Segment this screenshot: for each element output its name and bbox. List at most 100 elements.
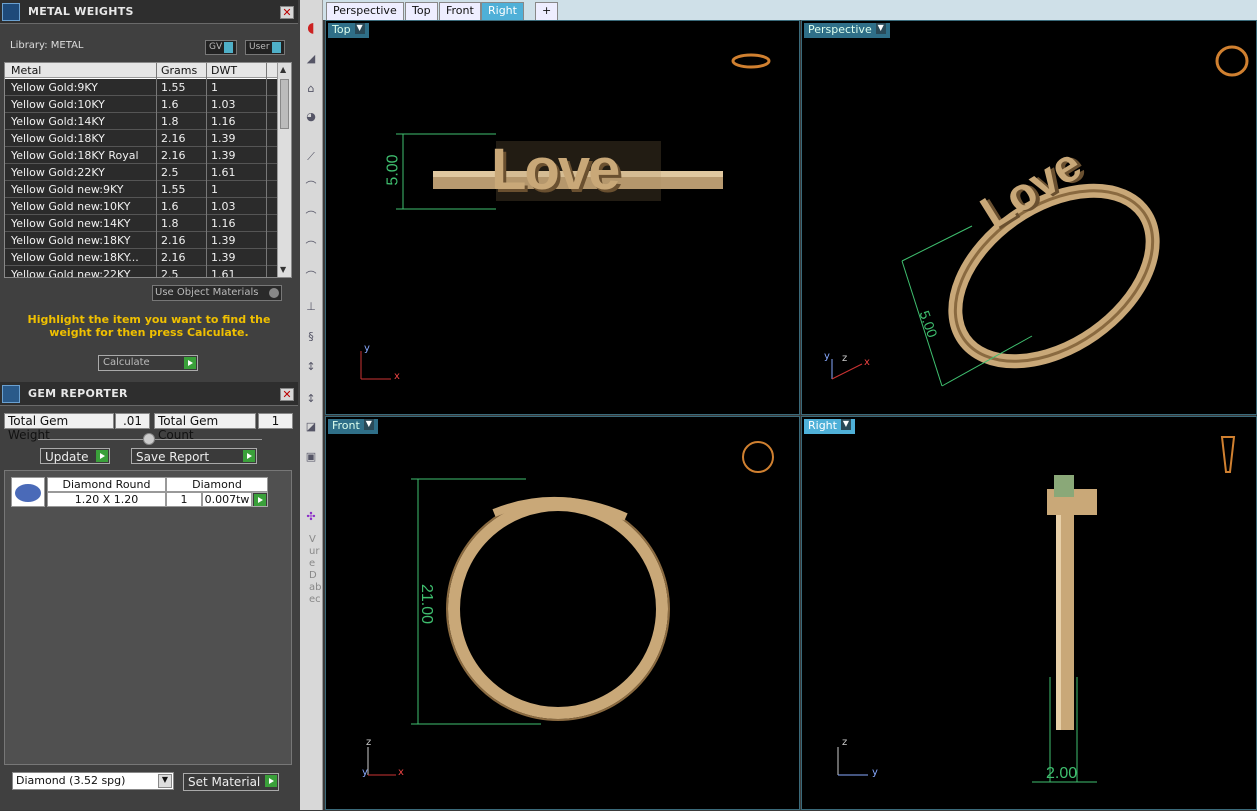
scroll-up-icon[interactable]: ▲ bbox=[280, 65, 286, 74]
cell-dwt: 1 bbox=[211, 183, 218, 196]
table-row[interactable]: Yellow Gold:14KY 1.8 1.16 bbox=[5, 113, 277, 130]
chevron-down-icon[interactable]: ▼ bbox=[158, 774, 172, 788]
puzzle-icon[interactable]: ✣ bbox=[304, 510, 318, 524]
material-select[interactable]: Diamond (3.52 spg) ▼ bbox=[12, 772, 174, 790]
table-row[interactable]: Yellow Gold new:18KY 2.16 1.39 bbox=[5, 232, 277, 249]
play-icon bbox=[243, 450, 255, 462]
calculate-hint: Highlight the item you want to find the … bbox=[27, 313, 271, 339]
tool-strip: ◖ ◢ ⌂ ◕ ⟋ ⌒ ⌒ ⌒ ⌒ ⊥ § ↕ ↕ ◪ ▣ ✣ V ur e D… bbox=[300, 0, 323, 810]
axis-x-label: x bbox=[864, 357, 870, 368]
table-row[interactable]: Yellow Gold:22KY 2.5 1.61 bbox=[5, 164, 277, 181]
side-text-line: ur bbox=[309, 546, 320, 557]
axis-z-label: z bbox=[366, 737, 372, 748]
table-row[interactable]: Yellow Gold new:22KY 2.5 1.61 bbox=[5, 266, 277, 277]
tool-icon[interactable]: ▣ bbox=[304, 450, 318, 464]
splitter-handle[interactable] bbox=[143, 433, 155, 445]
scroll-down-icon[interactable]: ▼ bbox=[280, 265, 286, 274]
tab-right[interactable]: Right bbox=[481, 2, 524, 20]
tool-icon[interactable]: ◕ bbox=[304, 110, 318, 124]
curve-icon[interactable]: ⌒ bbox=[304, 178, 318, 193]
axis-z-label: z bbox=[842, 737, 848, 748]
table-row[interactable]: Yellow Gold new:14KY 1.8 1.16 bbox=[5, 215, 277, 232]
close-icon[interactable]: ✕ bbox=[280, 388, 294, 401]
curve-icon[interactable]: ⌒ bbox=[304, 238, 318, 253]
add-tab-button[interactable]: + bbox=[535, 2, 559, 20]
tab-top[interactable]: Top bbox=[405, 2, 438, 20]
pointer-icon[interactable]: ◢ bbox=[304, 52, 318, 66]
table-row[interactable]: Yellow Gold:10KY 1.6 1.03 bbox=[5, 96, 277, 113]
table-row[interactable]: Yellow Gold:18KY Royal 2.16 1.39 bbox=[5, 147, 277, 164]
tool-icon[interactable]: ⌂ bbox=[304, 82, 318, 96]
arrow-up-icon[interactable]: ↕ bbox=[304, 392, 318, 406]
tab-perspective[interactable]: Perspective bbox=[326, 2, 404, 20]
save-report-label: Save Report bbox=[136, 450, 210, 464]
scrollbar-thumb[interactable] bbox=[280, 79, 289, 129]
table-row[interactable]: Yellow Gold new:10KY 1.6 1.03 bbox=[5, 198, 277, 215]
set-material-label: Set Material bbox=[188, 775, 261, 789]
column-metal[interactable]: Metal bbox=[11, 64, 41, 77]
axis-y-label: y bbox=[824, 351, 830, 362]
gem-reporter-title: GEM REPORTER bbox=[28, 387, 128, 400]
tool-icon[interactable]: ◪ bbox=[304, 420, 318, 434]
cell-metal: Yellow Gold new:14KY bbox=[11, 217, 131, 230]
play-icon bbox=[265, 775, 277, 787]
total-gem-count-value: 1 bbox=[258, 413, 293, 429]
table-row[interactable]: Yellow Gold new:9KY 1.55 1 bbox=[5, 181, 277, 198]
radio-icon bbox=[269, 288, 279, 298]
cell-grams: 1.6 bbox=[161, 98, 179, 111]
gem-go-button[interactable] bbox=[252, 492, 268, 507]
side-text-line: e bbox=[309, 558, 316, 569]
viewport-right[interactable]: Right ▼ 2.00 z y bbox=[801, 416, 1257, 810]
line-icon[interactable]: ⟋ bbox=[304, 150, 318, 164]
axis-z-label: z bbox=[842, 353, 848, 364]
axis-x-label: x bbox=[394, 371, 400, 382]
total-gem-weight-value: .01 bbox=[115, 413, 150, 429]
column-grams[interactable]: Grams bbox=[161, 64, 197, 77]
update-button[interactable]: Update bbox=[40, 448, 110, 464]
gem-material: Diamond bbox=[166, 477, 268, 492]
side-text-line: ec bbox=[309, 594, 321, 605]
cell-metal: Yellow Gold:18KY bbox=[11, 132, 105, 145]
toggle-icon bbox=[224, 42, 234, 53]
column-divider bbox=[156, 63, 157, 277]
use-object-materials-toggle[interactable]: Use Object Materials bbox=[152, 285, 282, 301]
curve-icon[interactable]: ⌒ bbox=[304, 268, 318, 283]
side-text-line: V bbox=[309, 534, 316, 545]
cell-grams: 1.8 bbox=[161, 217, 179, 230]
record-icon[interactable]: ◖ bbox=[304, 20, 318, 36]
table-scrollbar[interactable]: ▲ ▼ bbox=[277, 63, 291, 277]
cell-grams: 1.8 bbox=[161, 115, 179, 128]
metal-weights-header: METAL WEIGHTS ✕ bbox=[0, 0, 298, 24]
left-panel: METAL WEIGHTS ✕ Library: METAL GV User M… bbox=[0, 0, 300, 810]
user-toggle[interactable]: User bbox=[245, 40, 285, 55]
table-row[interactable]: Yellow Gold:18KY 2.16 1.39 bbox=[5, 130, 277, 147]
table-row[interactable]: Yellow Gold new:18KY... 2.16 1.39 bbox=[5, 249, 277, 266]
gv-toggle[interactable]: GV bbox=[205, 40, 238, 55]
save-report-button[interactable]: Save Report bbox=[131, 448, 257, 464]
curve-icon[interactable]: ⌒ bbox=[304, 208, 318, 223]
axis-y-label: y bbox=[362, 767, 368, 778]
arrow-up-icon[interactable]: ↕ bbox=[304, 360, 318, 374]
play-icon bbox=[96, 450, 108, 462]
gem-count: 1 bbox=[166, 492, 202, 507]
cell-grams: 2.5 bbox=[161, 166, 179, 179]
user-toggle-label: User bbox=[249, 42, 270, 52]
axis-icon[interactable]: ⊥ bbox=[304, 300, 318, 314]
set-material-button[interactable]: Set Material bbox=[183, 773, 279, 791]
cell-metal: Yellow Gold new:18KY... bbox=[11, 251, 139, 264]
viewport-top[interactable]: Top ▼ Love 5.00 y x bbox=[325, 20, 800, 415]
viewport-front[interactable]: Front ▼ 21.00 z x y bbox=[325, 416, 800, 810]
calculate-button[interactable]: Calculate bbox=[98, 355, 198, 371]
gem-reporter-icon bbox=[2, 385, 20, 403]
column-dwt[interactable]: DWT bbox=[211, 64, 237, 77]
tab-front[interactable]: Front bbox=[439, 2, 481, 20]
gem-list: Diamond Round Diamond 1.20 X 1.20 1 0.00… bbox=[4, 470, 292, 765]
use-object-materials-label: Use Object Materials bbox=[155, 287, 259, 298]
viewport-perspective[interactable]: Perspective ▼ Love 5.00 y z x bbox=[801, 20, 1257, 415]
close-icon[interactable]: ✕ bbox=[280, 6, 294, 19]
table-row[interactable]: Yellow Gold:9KY 1.55 1 bbox=[5, 79, 277, 96]
cell-metal: Yellow Gold:18KY Royal bbox=[11, 149, 139, 162]
tool-icon[interactable]: § bbox=[304, 330, 318, 344]
gem-item[interactable]: Diamond Round Diamond 1.20 X 1.20 1 0.00… bbox=[11, 477, 273, 509]
cell-metal: Yellow Gold:10KY bbox=[11, 98, 105, 111]
